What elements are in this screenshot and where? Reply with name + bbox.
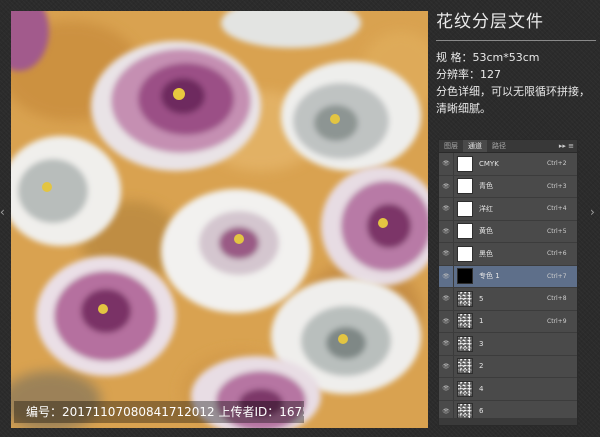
channel-row[interactable]: 👁 黑色 Ctrl+6 xyxy=(439,243,577,266)
channel-thumbnail xyxy=(457,268,473,285)
channel-thumbnail xyxy=(457,290,473,307)
channel-shortcut: Ctrl+5 xyxy=(547,227,567,235)
channel-name: 6 xyxy=(479,407,484,416)
row-separator xyxy=(453,198,454,220)
channel-thumbnail xyxy=(457,335,473,352)
channel-shortcut: Ctrl+6 xyxy=(547,250,567,258)
channel-row[interactable]: 👁 洋红 Ctrl+4 xyxy=(439,198,577,221)
eye-icon[interactable]: 👁 xyxy=(439,318,453,325)
spec-line: 规 格：53cm*53cm xyxy=(436,51,540,64)
channel-name: CMYK xyxy=(479,159,499,168)
channel-shortcut: Ctrl+2 xyxy=(547,160,567,168)
row-separator xyxy=(453,378,454,400)
floral-artwork xyxy=(11,11,428,428)
channel-thumbnail xyxy=(457,223,473,240)
channel-thumbnail xyxy=(457,358,473,375)
channel-row[interactable]: 👁 5 Ctrl+8 xyxy=(439,288,577,311)
row-separator xyxy=(453,265,454,287)
row-separator xyxy=(453,355,454,377)
row-separator xyxy=(453,243,454,265)
row-separator xyxy=(453,333,454,355)
eye-icon[interactable]: 👁 xyxy=(439,228,453,235)
description-text: 分色详细，可以无限循环拼接，清晰细腻。 xyxy=(436,85,590,115)
channel-thumbnail xyxy=(457,313,473,330)
channel-name: 4 xyxy=(479,384,484,393)
chevron-right-icon: › xyxy=(590,205,595,219)
channel-name: 青色 xyxy=(479,182,493,191)
eye-icon[interactable]: 👁 xyxy=(439,295,453,302)
resolution-line: 分辨率：127 xyxy=(436,68,501,81)
row-separator xyxy=(453,153,454,175)
tab-channels[interactable]: 通道 xyxy=(463,140,487,152)
eye-icon[interactable]: 👁 xyxy=(439,183,453,190)
channel-row[interactable]: 👁 CMYK Ctrl+2 xyxy=(439,153,577,176)
channel-shortcut: Ctrl+3 xyxy=(547,182,567,190)
channel-list: 👁 CMYK Ctrl+2 👁 青色 Ctrl+3 👁 洋红 Ctrl+4 👁 黄色 Ctrl+5 👁 黑… xyxy=(439,153,577,423)
channel-row[interactable]: 👁 黄色 Ctrl+5 xyxy=(439,220,577,243)
channel-name: 1 xyxy=(479,317,484,326)
row-separator xyxy=(453,288,454,310)
channel-name: 3 xyxy=(479,339,484,348)
channel-row[interactable]: 👁 1 Ctrl+9 xyxy=(439,310,577,333)
channel-row[interactable]: 👁 2 xyxy=(439,355,577,378)
file-info: 花纹分层文件 规 格：53cm*53cm 分辨率：127 分色详细，可以无限循环… xyxy=(436,10,596,117)
tab-paths[interactable]: 路径 xyxy=(487,140,511,152)
eye-icon[interactable]: 👁 xyxy=(439,160,453,167)
panel-menu-icon[interactable]: ▸▸ ≡ xyxy=(559,140,574,152)
channel-row[interactable]: 👁 4 xyxy=(439,378,577,401)
eye-icon[interactable]: 👁 xyxy=(439,408,453,415)
channels-panel: 图层 通道 路径 ▸▸ ≡ 👁 CMYK Ctrl+2 👁 青色 Ctrl+3 👁 洋红 Ctr… xyxy=(438,139,578,426)
channel-shortcut: Ctrl+9 xyxy=(547,317,567,325)
channel-thumbnail xyxy=(457,245,473,262)
eye-icon[interactable]: 👁 xyxy=(439,363,453,370)
artwork-canvas xyxy=(11,11,428,428)
channel-thumbnail xyxy=(457,380,473,397)
channel-name: 洋红 xyxy=(479,204,493,213)
channel-shortcut: Ctrl+7 xyxy=(547,272,567,280)
channel-row[interactable]: 👁 青色 Ctrl+3 xyxy=(439,175,577,198)
channel-thumbnail xyxy=(457,200,473,217)
channel-shortcut: Ctrl+4 xyxy=(547,205,567,213)
chevron-left-icon: ‹ xyxy=(0,205,5,219)
row-separator xyxy=(453,220,454,242)
tab-layers[interactable]: 图层 xyxy=(439,140,463,152)
eye-icon[interactable]: 👁 xyxy=(439,205,453,212)
row-separator xyxy=(453,175,454,197)
channel-thumbnail xyxy=(457,155,473,172)
channel-name: 专色 1 xyxy=(479,272,500,281)
channel-name: 2 xyxy=(479,362,484,371)
channel-shortcut: Ctrl+8 xyxy=(547,295,567,303)
channel-name: 黑色 xyxy=(479,249,493,258)
channel-thumbnail xyxy=(457,178,473,195)
channel-thumbnail xyxy=(457,403,473,420)
title-divider xyxy=(436,40,596,41)
channel-name: 5 xyxy=(479,294,484,303)
row-separator xyxy=(453,310,454,332)
channel-row[interactable]: 👁 专色 1 Ctrl+7 xyxy=(439,265,577,288)
eye-icon[interactable]: 👁 xyxy=(439,273,453,280)
panel-tabs: 图层 通道 路径 ▸▸ ≡ xyxy=(439,140,577,153)
eye-icon[interactable]: 👁 xyxy=(439,340,453,347)
watermark-caption: 编号：20171107080841712012 上传者ID：167549 xyxy=(14,401,304,423)
panel-footer xyxy=(439,418,577,425)
eye-icon[interactable]: 👁 xyxy=(439,250,453,257)
file-title: 花纹分层文件 xyxy=(436,12,544,32)
channel-row[interactable]: 👁 3 xyxy=(439,333,577,356)
channel-name: 黄色 xyxy=(479,227,493,236)
eye-icon[interactable]: 👁 xyxy=(439,385,453,392)
